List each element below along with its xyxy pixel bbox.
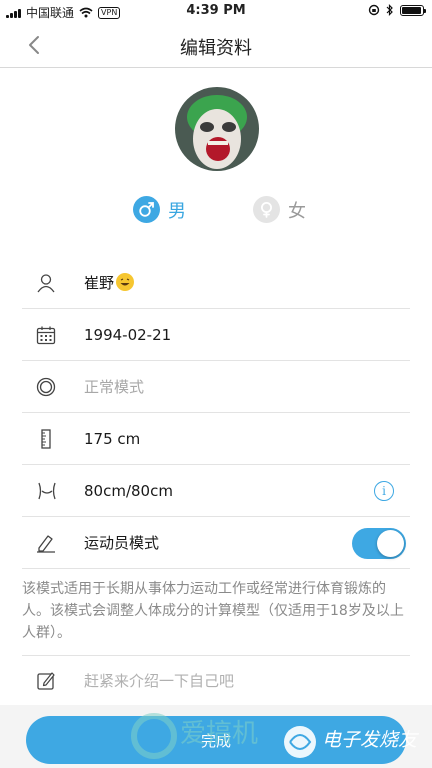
name-text: 崔野 bbox=[84, 274, 115, 292]
name-row[interactable]: 崔野 bbox=[22, 257, 410, 309]
birthday-value: 1994-02-21 bbox=[84, 325, 172, 344]
athlete-mode-description: 该模式适用于长期从事体力运动工作或经常进行体育锻炼的人。该模式会调整人体成分的计… bbox=[22, 581, 404, 641]
avatar[interactable] bbox=[175, 87, 259, 171]
avatar-image bbox=[175, 87, 259, 171]
female-label: 女 bbox=[288, 200, 306, 222]
battery-icon bbox=[400, 4, 426, 16]
page-title: 编辑资料 bbox=[180, 38, 252, 59]
mode-value: 正常模式 bbox=[84, 378, 145, 396]
athlete-mode-toggle[interactable] bbox=[352, 528, 406, 559]
gender-male-option[interactable]: 男 bbox=[133, 196, 186, 223]
waist-icon bbox=[22, 481, 70, 501]
grin-emoji-icon bbox=[116, 273, 135, 291]
rotation-lock-icon bbox=[368, 4, 380, 16]
male-icon bbox=[133, 196, 160, 223]
mode-row[interactable]: 正常模式 bbox=[22, 361, 410, 413]
toggle-knob bbox=[377, 530, 404, 557]
name-value: 崔野 bbox=[70, 272, 135, 293]
height-value: 175 cm bbox=[84, 429, 141, 448]
status-bar: 中国联通 VPN 4:39 PM bbox=[0, 0, 432, 22]
info-icon[interactable]: i bbox=[374, 481, 394, 501]
profile-fields: 崔野 1994-02-21 正常模式 175 cm 80cm/80cm i 运动… bbox=[22, 257, 410, 569]
intro-field[interactable]: 赶紧来介绍一下自己吧 bbox=[22, 655, 410, 705]
male-label: 男 bbox=[168, 200, 186, 222]
pen-icon bbox=[22, 533, 70, 553]
person-icon bbox=[22, 273, 70, 293]
athlete-mode-row: 运动员模式 bbox=[22, 517, 410, 569]
battery-fill bbox=[402, 6, 421, 14]
waist-hip-value: 80cm/80cm bbox=[84, 481, 173, 500]
intro-placeholder: 赶紧来介绍一下自己吧 bbox=[84, 672, 235, 690]
waist-hip-row[interactable]: 80cm/80cm i bbox=[22, 465, 410, 517]
ruler-icon bbox=[22, 428, 70, 449]
edit-note-icon bbox=[22, 671, 70, 691]
target-icon bbox=[22, 377, 70, 397]
bluetooth-icon bbox=[386, 4, 393, 16]
calendar-icon bbox=[22, 325, 70, 345]
female-icon bbox=[253, 196, 280, 223]
gender-female-option[interactable]: 女 bbox=[253, 196, 306, 223]
birthday-row[interactable]: 1994-02-21 bbox=[22, 309, 410, 361]
athlete-mode-label: 运动员模式 bbox=[84, 534, 160, 552]
nav-bar: 编辑资料 bbox=[0, 22, 432, 68]
done-button[interactable]: 完成 bbox=[26, 716, 406, 764]
status-right bbox=[368, 4, 426, 16]
height-row[interactable]: 175 cm bbox=[22, 413, 410, 465]
